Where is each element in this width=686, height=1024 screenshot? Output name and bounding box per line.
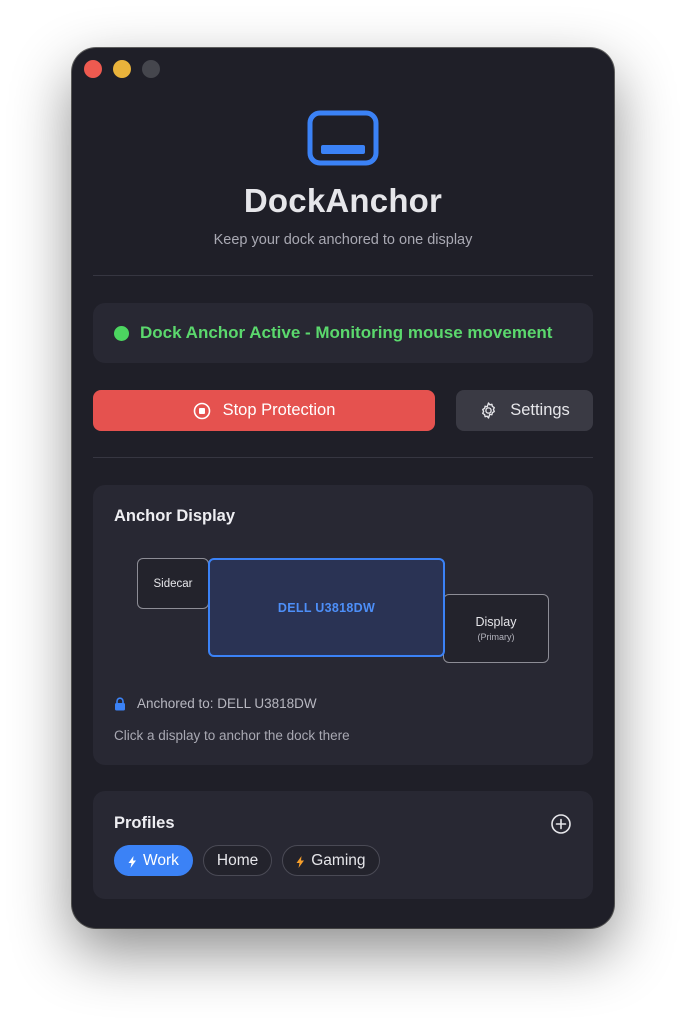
display-primary-tag: (Primary) <box>477 632 515 642</box>
profile-chip-gaming[interactable]: Gaming <box>282 845 380 876</box>
status-banner: Dock Anchor Active - Monitoring mouse mo… <box>93 303 593 363</box>
divider <box>93 457 593 458</box>
app-title: DockAnchor <box>243 182 443 219</box>
anchored-to-row: Anchored to: DELL U3818DW <box>114 696 317 711</box>
anchor-hint-text: Click a display to anchor the dock there <box>114 728 350 743</box>
profile-chip-label: Work <box>143 851 179 869</box>
status-indicator-dot <box>114 325 129 341</box>
stop-protection-button[interactable]: Stop Protection <box>93 390 435 431</box>
profiles-card: Profiles Work Home Gaming <box>93 791 593 899</box>
settings-label: Settings <box>510 401 570 419</box>
app-subtitle: Keep your dock anchored to one display <box>213 232 473 248</box>
profile-chips: Work Home Gaming <box>114 845 380 876</box>
display-name: Sidecar <box>153 577 193 590</box>
display-name: Display <box>475 615 517 629</box>
display-primary[interactable]: Display (Primary) <box>443 594 549 663</box>
bolt-icon <box>296 855 305 868</box>
gear-icon <box>479 401 498 420</box>
anchor-display-card: Anchor Display Sidecar Display (Primary)… <box>93 485 593 765</box>
zoom-window-button[interactable] <box>142 60 160 78</box>
profile-chip-work[interactable]: Work <box>114 845 193 876</box>
app-window: DockAnchor Keep your dock anchored to on… <box>72 48 614 928</box>
profile-chip-label: Home <box>216 851 259 869</box>
display-sidecar[interactable]: Sidecar <box>137 558 209 609</box>
stop-circle-icon <box>193 402 211 420</box>
divider <box>93 275 593 276</box>
minimize-window-button[interactable] <box>113 60 131 78</box>
bolt-icon <box>128 855 137 868</box>
profile-chip-home[interactable]: Home <box>202 845 273 876</box>
close-window-button[interactable] <box>84 60 102 78</box>
anchor-display-title: Anchor Display <box>114 507 236 525</box>
display-dell-u3818dw[interactable]: DELL U3818DW <box>208 558 445 657</box>
profile-chip-label: Gaming <box>311 851 366 869</box>
anchored-to-label: Anchored to: DELL U3818DW <box>137 696 317 711</box>
window-controls <box>84 60 160 78</box>
settings-button[interactable]: Settings <box>456 390 593 431</box>
stop-protection-label: Stop Protection <box>222 401 336 419</box>
profiles-title: Profiles <box>114 814 175 832</box>
status-text: Dock Anchor Active - Monitoring mouse mo… <box>140 323 553 342</box>
lock-icon <box>114 696 126 711</box>
dock-monitor-icon <box>307 110 379 166</box>
display-name: DELL U3818DW <box>277 600 376 615</box>
plus-circle-icon[interactable] <box>550 813 572 835</box>
